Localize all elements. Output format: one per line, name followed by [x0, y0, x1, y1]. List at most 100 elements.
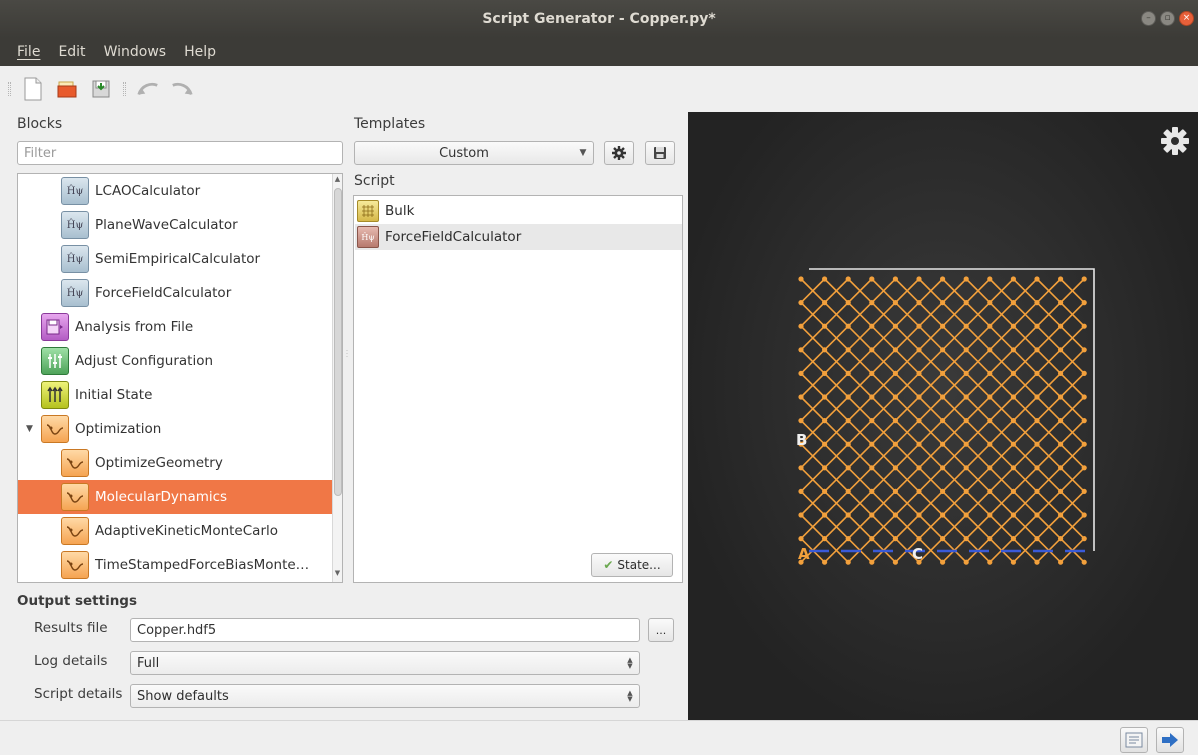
copper-atom — [963, 347, 969, 353]
copper-atom — [892, 370, 898, 376]
script-item-bulk[interactable]: Bulk — [355, 198, 682, 224]
copper-atom — [822, 559, 828, 565]
block-group-optimization[interactable]: ▼ Optimization — [18, 412, 334, 446]
blocks-tree: Ĥψ LCAOCalculator Ĥψ PlaneWaveCalculator… — [17, 173, 343, 583]
copper-atom — [987, 418, 993, 424]
structure-viewer[interactable]: B C A — [688, 112, 1198, 720]
copper-atom — [963, 512, 969, 518]
block-item-optimize-geometry[interactable]: OptimizeGeometry — [18, 446, 334, 480]
bulk-icon — [357, 200, 379, 222]
block-item-label: TimeStampedForceBiasMonte… — [95, 557, 310, 573]
copper-atom — [940, 300, 946, 306]
script-item-force-field-calculator[interactable]: Ĥψ ForceFieldCalculator — [355, 224, 682, 250]
copper-atom — [1034, 488, 1040, 494]
copper-atom — [845, 347, 851, 353]
close-button[interactable]: × — [1179, 11, 1194, 26]
copper-atom — [916, 370, 922, 376]
copper-atom — [1034, 323, 1040, 329]
menu-help[interactable]: Help — [175, 44, 225, 60]
save-icon[interactable] — [89, 77, 113, 101]
copper-atom — [1081, 276, 1087, 282]
state-button[interactable]: ✔ State... — [591, 553, 673, 577]
editor-button[interactable] — [1120, 727, 1148, 753]
expand-arrow-icon[interactable]: ▼ — [26, 424, 41, 434]
template-settings-button[interactable] — [604, 141, 634, 165]
browse-button[interactable]: ... — [648, 618, 674, 642]
minimize-button[interactable]: – — [1141, 11, 1156, 26]
block-item-lcao-calculator[interactable]: Ĥψ LCAOCalculator — [18, 174, 334, 208]
filter-input[interactable] — [17, 141, 343, 165]
new-file-icon[interactable] — [21, 77, 45, 101]
block-item-force-field-calculator[interactable]: Ĥψ ForceFieldCalculator — [18, 276, 334, 310]
block-item-label: OptimizeGeometry — [95, 455, 223, 471]
copper-atom — [822, 347, 828, 353]
copper-atom — [987, 347, 993, 353]
copper-atom — [1058, 347, 1064, 353]
menu-windows[interactable]: Windows — [95, 44, 176, 60]
copper-atom — [1058, 394, 1064, 400]
copper-atom — [869, 488, 875, 494]
copper-atom — [822, 465, 828, 471]
copper-atom — [869, 536, 875, 542]
copper-atom — [916, 347, 922, 353]
block-item-semi-empirical-calculator[interactable]: Ĥψ SemiEmpiricalCalculator — [18, 242, 334, 276]
copper-atom — [822, 536, 828, 542]
copper-atom — [822, 323, 828, 329]
copper-atom — [892, 536, 898, 542]
log-details-value: Full — [137, 655, 160, 671]
copper-atom — [1058, 300, 1064, 306]
results-file-label: Results file — [34, 620, 108, 636]
copper-atom — [845, 370, 851, 376]
copper-atom — [869, 465, 875, 471]
script-details-select[interactable]: Show defaults ▲ ▼ — [130, 684, 640, 708]
copper-atom — [940, 370, 946, 376]
log-details-select[interactable]: Full ▲ ▼ — [130, 651, 640, 675]
block-item-analysis-from-file[interactable]: Analysis from File — [18, 310, 334, 344]
splitter-handle[interactable]: · · · — [344, 348, 350, 364]
copper-atom — [845, 536, 851, 542]
copper-atom — [798, 394, 804, 400]
block-item-label: PlaneWaveCalculator — [95, 217, 238, 233]
block-item-label: SemiEmpiricalCalculator — [95, 251, 261, 267]
open-folder-icon[interactable] — [55, 77, 79, 101]
scrollbar-thumb[interactable] — [334, 188, 342, 496]
menu-edit[interactable]: Edit — [49, 44, 94, 60]
copper-atom — [869, 394, 875, 400]
copper-atom — [869, 323, 875, 329]
copper-atom — [1034, 512, 1040, 518]
send-to-button[interactable] — [1156, 727, 1184, 753]
block-item-molecular-dynamics[interactable]: MolecularDynamics — [18, 480, 334, 514]
copper-atom — [1081, 370, 1087, 376]
block-item-adaptive-kinetic-monte-carlo[interactable]: AdaptiveKineticMonteCarlo — [18, 514, 334, 548]
menu-file[interactable]: File — [8, 44, 49, 60]
redo-icon[interactable] — [170, 77, 194, 101]
block-item-time-stamped-force-bias-monte-carlo[interactable]: TimeStampedForceBiasMonte… — [18, 548, 334, 582]
scroll-up-icon[interactable]: ▲ — [333, 175, 342, 187]
templates-combo[interactable]: Custom ▼ — [354, 141, 594, 165]
copper-atom — [798, 370, 804, 376]
copper-atom — [940, 323, 946, 329]
blocks-scrollbar[interactable]: ▲ ▼ — [332, 174, 342, 582]
copper-atom — [916, 512, 922, 518]
maximize-button[interactable]: ▫ — [1160, 11, 1175, 26]
block-item-plane-wave-calculator[interactable]: Ĥψ PlaneWaveCalculator — [18, 208, 334, 242]
copper-atom — [822, 394, 828, 400]
copper-atom — [892, 441, 898, 447]
copper-atom — [1034, 370, 1040, 376]
block-item-label: Analysis from File — [75, 319, 194, 335]
copper-atom — [1010, 465, 1016, 471]
arrow-right-icon — [1162, 733, 1178, 747]
copper-atom — [916, 418, 922, 424]
copper-atom — [1081, 536, 1087, 542]
copper-atom — [822, 300, 828, 306]
block-item-initial-state[interactable]: Initial State — [18, 378, 334, 412]
scroll-down-icon[interactable]: ▼ — [333, 569, 342, 581]
copper-atom — [1058, 488, 1064, 494]
copper-atom — [963, 394, 969, 400]
script-details-value: Show defaults — [137, 688, 229, 704]
block-item-adjust-configuration[interactable]: Adjust Configuration — [18, 344, 334, 378]
template-save-button[interactable] — [645, 141, 675, 165]
copper-atom — [963, 276, 969, 282]
undo-icon[interactable] — [136, 77, 160, 101]
results-file-input[interactable] — [130, 618, 640, 642]
